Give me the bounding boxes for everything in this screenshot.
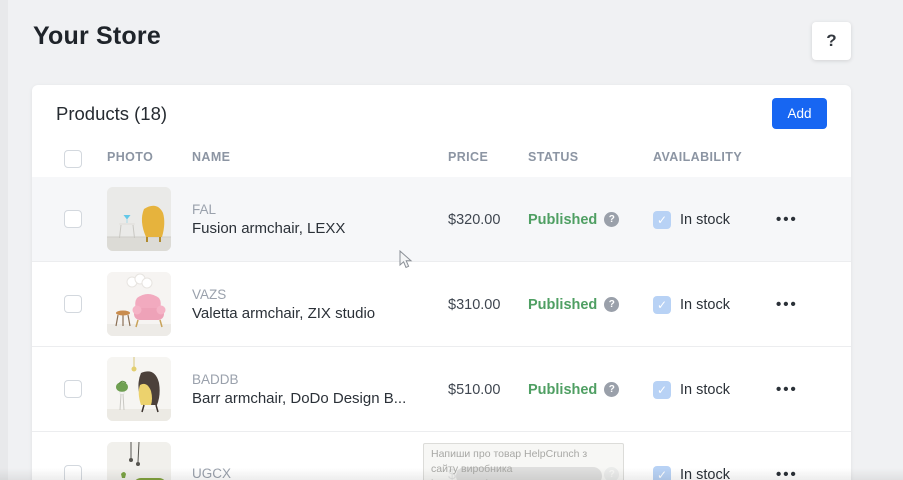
status-badge: Published [528,297,597,313]
row-checkbox[interactable] [64,465,82,480]
in-stock-checkbox[interactable]: ✓ [653,466,671,480]
row-menu-icon[interactable]: ••• [776,347,798,432]
product-sku: UGCX [192,466,231,480]
row-checkbox[interactable] [64,210,82,228]
help-button[interactable]: ? [812,22,851,60]
products-card: Products (18) Add PHOTO NAME PRICE STATU… [32,85,851,480]
availability-label: In stock [680,382,730,398]
select-all-checkbox[interactable] [64,150,82,168]
mouse-cursor-icon [399,250,413,275]
table-row: BADDB Barr armchair, DoDo Design B... $5… [32,347,851,432]
add-product-button[interactable]: Add [772,98,827,129]
availability-label: In stock [680,297,730,313]
column-header-availability: AVAILABILITY [653,150,742,164]
row-menu-icon[interactable]: ••• [776,177,798,262]
product-name: Valetta armchair, ZIX studio [192,305,375,322]
product-price: $320.00 [448,177,500,262]
product-sku: FAL [192,202,345,217]
product-name: Barr armchair, DoDo Design B... [192,390,406,407]
product-sku: VAZS [192,287,375,302]
status-badge: Published [528,382,597,398]
product-name: Fusion armchair, LEXX [192,220,345,237]
product-price: $310.00 [448,262,500,347]
status-help-icon[interactable]: ? [604,212,619,227]
column-header-photo: PHOTO [107,150,153,164]
tooltip-line: Напиши про товар HelpCrunch з сайту виро… [431,447,616,477]
status-help-icon[interactable]: ? [604,382,619,397]
in-stock-checkbox[interactable]: ✓ [653,211,671,229]
column-header-price: PRICE [448,150,488,164]
taskbar-hover-tooltip: Напиши про товар HelpCrunch з сайту виро… [423,443,624,480]
availability-label: In stock [680,212,730,228]
frame-edge-left [0,0,8,480]
in-stock-checkbox[interactable]: ✓ [653,296,671,314]
availability-label: In stock [680,467,730,480]
row-checkbox[interactable] [64,380,82,398]
product-photo-pink-armchair [107,272,171,336]
product-photo-brown-armchair [107,357,171,421]
table-body: FAL Fusion armchair, LEXX $320.00 Publis… [32,177,851,480]
products-card-header: Products (18) Add [32,85,851,142]
row-menu-icon[interactable]: ••• [776,262,798,347]
table-row: FAL Fusion armchair, LEXX $320.00 Publis… [32,177,851,262]
table-header-row: PHOTO NAME PRICE STATUS AVAILABILITY [32,142,851,177]
products-heading: Products (18) [56,103,167,125]
product-photo-green-sofa [107,442,171,480]
table-row: VAZS Valetta armchair, ZIX studio $310.0… [32,262,851,347]
row-menu-icon[interactable]: ••• [776,432,798,480]
product-sku: BADDB [192,372,406,387]
column-header-status: STATUS [528,150,579,164]
status-help-icon[interactable]: ? [604,297,619,312]
product-price: $510.00 [448,347,500,432]
product-photo-yellow-armchair [107,187,171,251]
column-header-name: NAME [192,150,230,164]
page-title: Your Store [33,22,161,51]
in-stock-checkbox[interactable]: ✓ [653,381,671,399]
status-badge: Published [528,212,597,228]
row-checkbox[interactable] [64,295,82,313]
